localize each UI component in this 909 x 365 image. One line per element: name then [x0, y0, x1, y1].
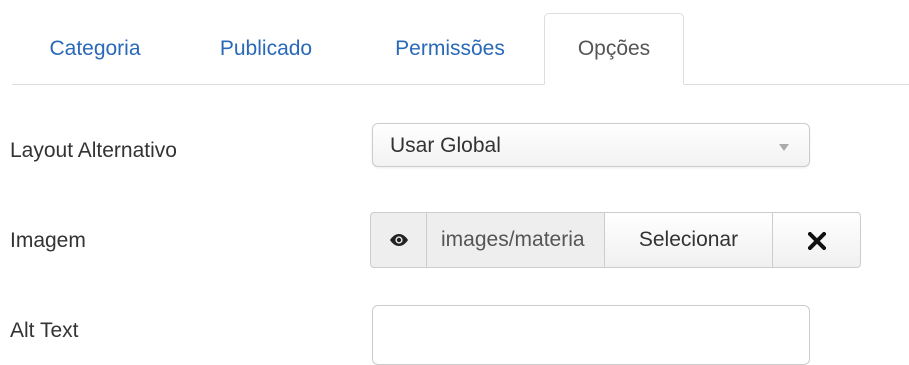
tab-categoria[interactable]: Categoria — [20, 15, 170, 83]
chevron-down-icon — [779, 144, 789, 151]
image-path-value: images/materia — [441, 228, 585, 251]
select-image-button[interactable]: Selecionar — [604, 212, 772, 268]
tab-publicado[interactable]: Publicado — [186, 15, 346, 83]
layout-select-value: Usar Global — [390, 134, 501, 157]
layout-label: Layout Alternativo — [10, 139, 177, 162]
layout-select[interactable]: Usar Global — [372, 123, 810, 167]
tab-permissoes[interactable]: Permissões — [360, 15, 540, 83]
clear-image-button[interactable] — [772, 212, 861, 268]
alt-text-input[interactable] — [372, 305, 810, 365]
image-media-field: images/materia Selecionar — [370, 212, 891, 268]
tab-opcoes[interactable]: Opções — [544, 13, 684, 85]
alt-text-label: Alt Text — [10, 319, 79, 342]
image-label: Imagem — [10, 229, 86, 252]
image-preview-button[interactable] — [370, 212, 426, 268]
eye-icon — [390, 234, 408, 246]
close-icon — [808, 232, 826, 250]
tab-bar: Categoria Publicado Permissões Opções — [12, 0, 909, 85]
image-path-field[interactable]: images/materia — [426, 212, 604, 268]
